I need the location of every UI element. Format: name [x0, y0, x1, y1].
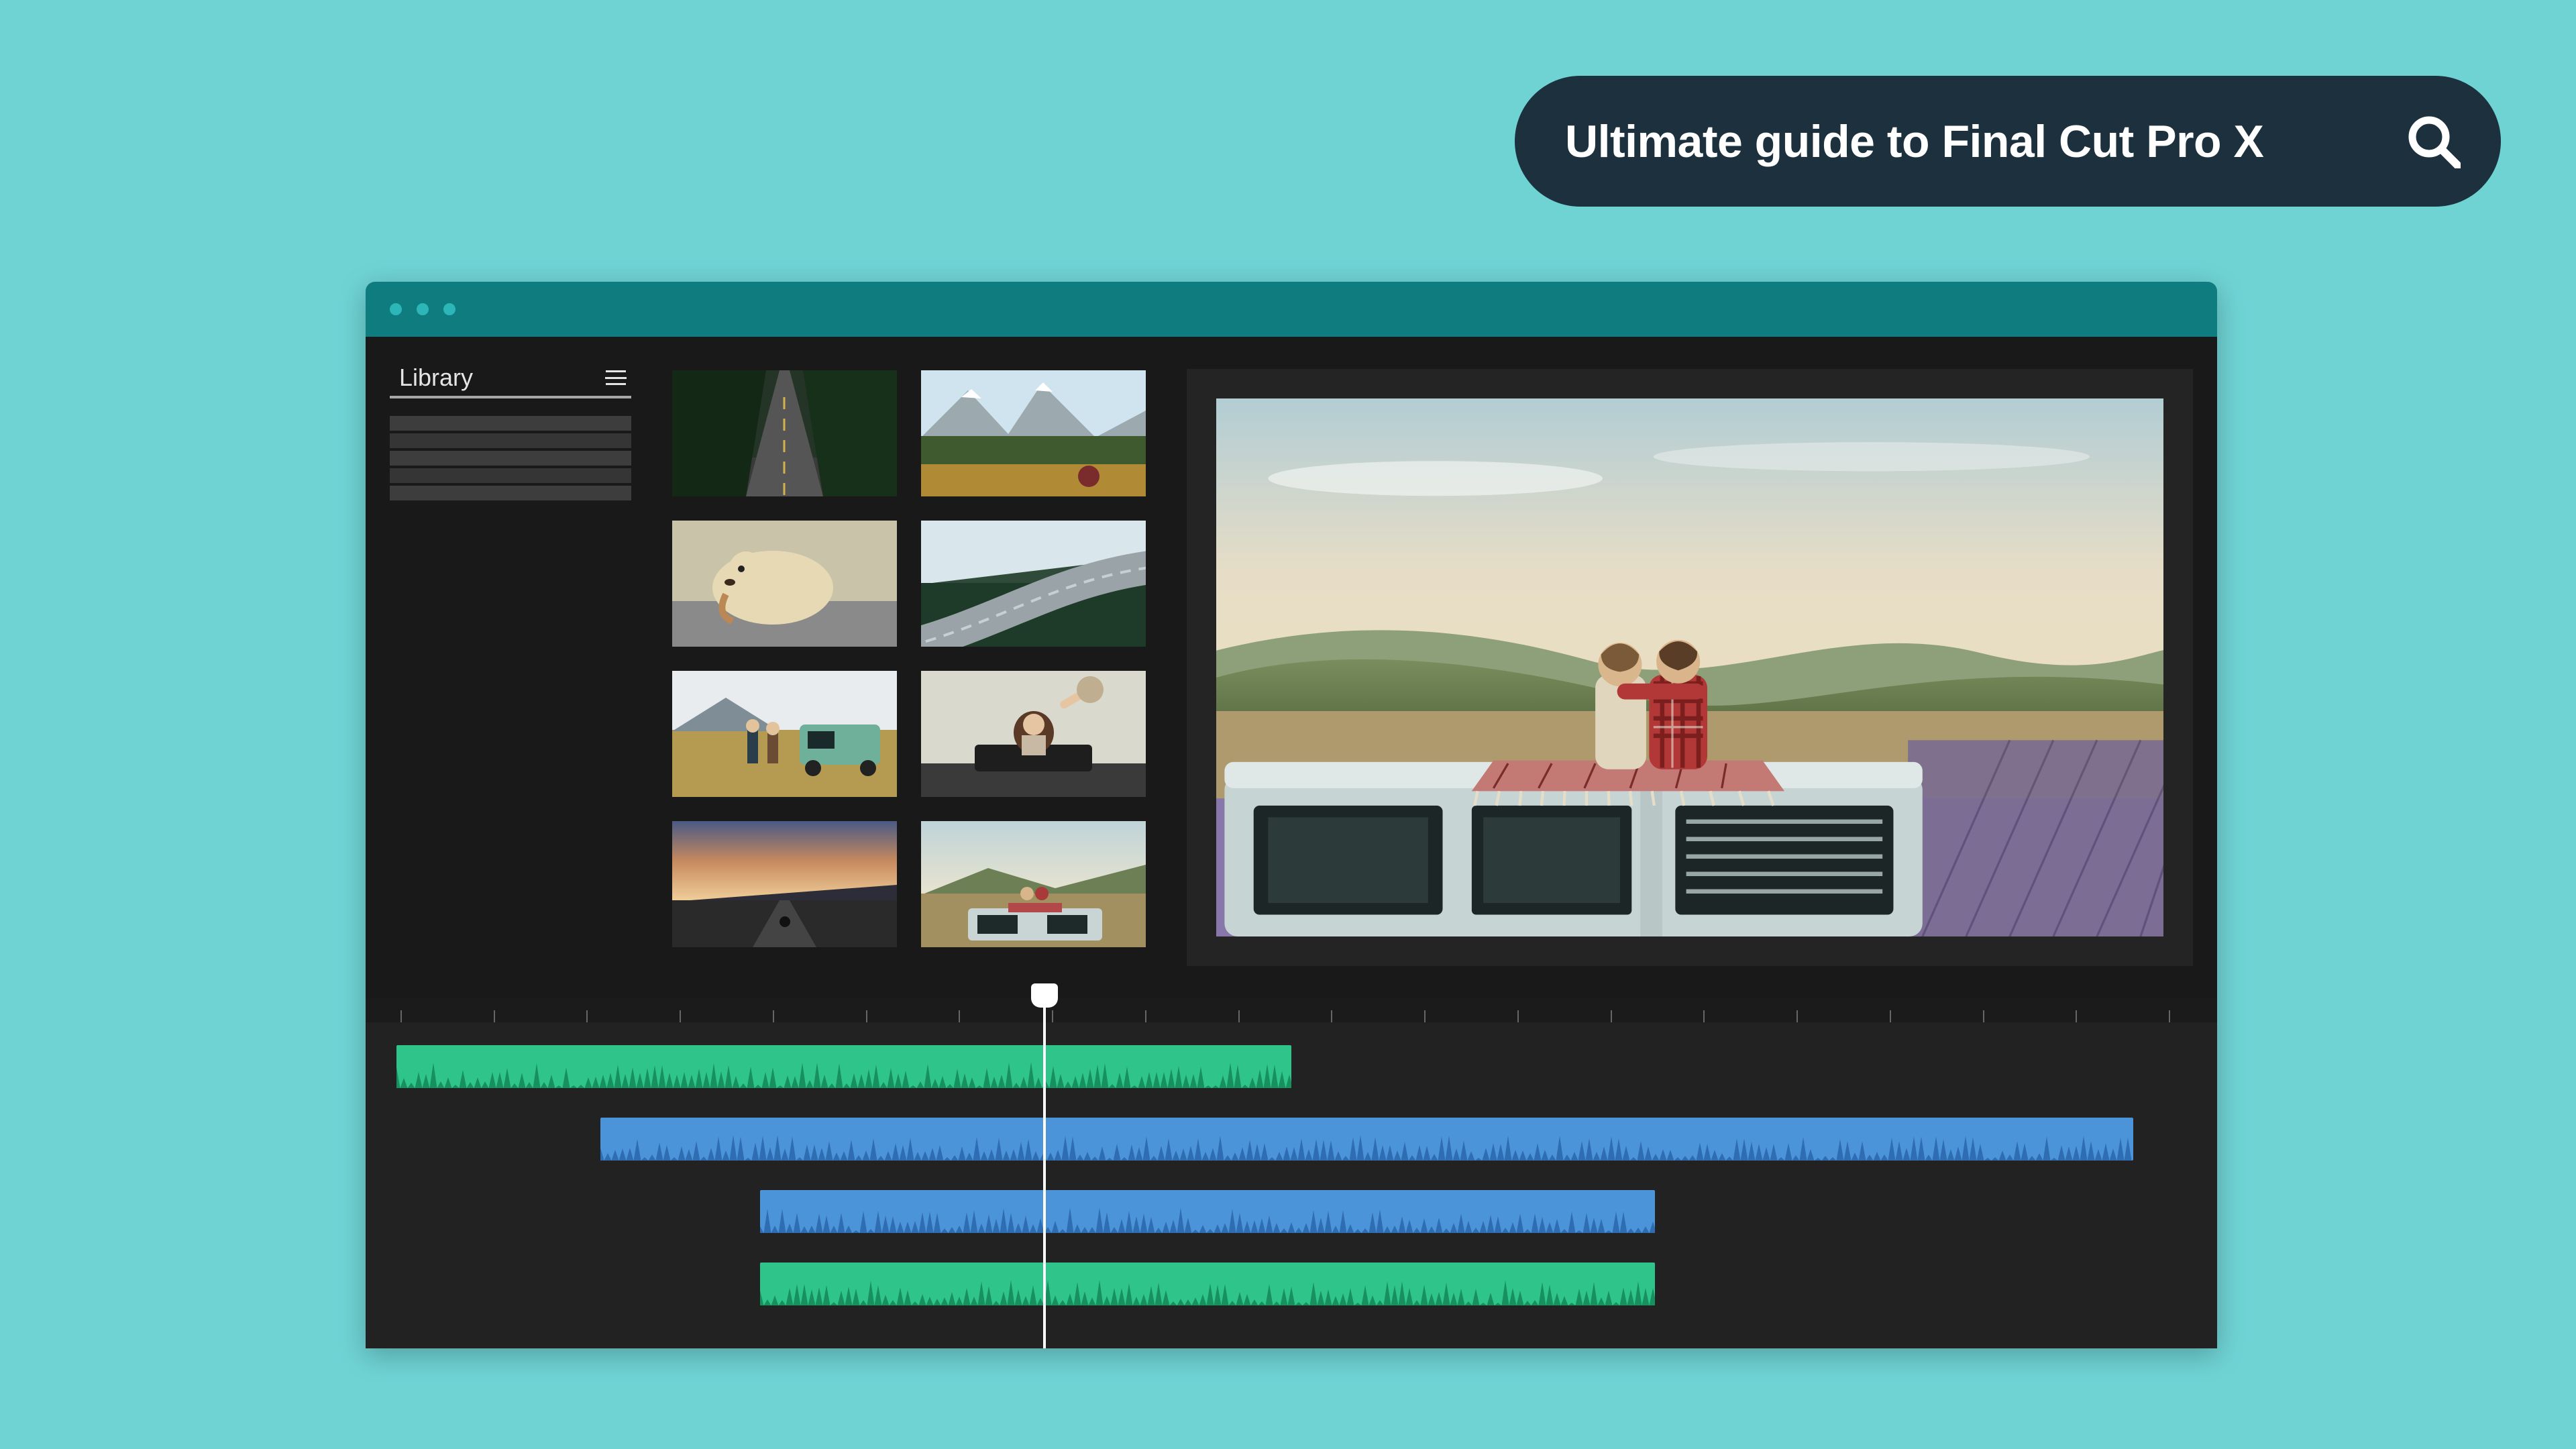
search-query: Ultimate guide to Final Cut Pro X: [1565, 115, 2407, 168]
ruler-tick: [959, 1010, 960, 1022]
timeline-clip[interactable]: [396, 1045, 1291, 1088]
library-label: Library: [399, 364, 473, 392]
playhead-handle-icon[interactable]: [1031, 983, 1058, 1008]
ruler-tick: [1796, 1010, 1798, 1022]
ruler-tick: [1331, 1010, 1332, 1022]
ruler-tick: [1890, 1010, 1891, 1022]
library-sidebar: Library: [390, 354, 631, 987]
clip-thumb-alpine-valley[interactable]: [921, 370, 1146, 496]
search-icon[interactable]: [2407, 115, 2461, 168]
ruler-tick: [866, 1010, 867, 1022]
timeline-tracks: [366, 1045, 2217, 1305]
ruler-tick: [400, 1010, 402, 1022]
clip-thumb-dog-window[interactable]: [672, 521, 897, 647]
ruler-tick: [2076, 1010, 2077, 1022]
timeline-clip[interactable]: [760, 1263, 1655, 1305]
ruler-tick: [1052, 1010, 1053, 1022]
library-row[interactable]: [390, 416, 631, 431]
ruler-tick: [1424, 1010, 1426, 1022]
clip-thumb-forest-road[interactable]: [672, 370, 897, 496]
library-row[interactable]: [390, 468, 631, 483]
timeline[interactable]: [366, 998, 2217, 1348]
ruler-tick: [680, 1010, 681, 1022]
ruler-tick: [1145, 1010, 1146, 1022]
search-bar[interactable]: Ultimate guide to Final Cut Pro X: [1515, 76, 2501, 207]
timeline-ruler[interactable]: [366, 998, 2217, 1022]
traffic-light-zoom[interactable]: [443, 303, 455, 315]
library-row[interactable]: [390, 486, 631, 500]
ruler-tick: [2169, 1010, 2170, 1022]
ruler-tick: [773, 1010, 774, 1022]
library-row[interactable]: [390, 433, 631, 448]
timeline-clip[interactable]: [760, 1190, 1655, 1233]
video-editor-window: Library: [366, 282, 2217, 1348]
media-bin: [654, 354, 1164, 987]
clip-thumb-coastal-highway[interactable]: [921, 521, 1146, 647]
ruler-tick: [1983, 1010, 1984, 1022]
ruler-tick: [1703, 1010, 1705, 1022]
preview-panel: [1187, 354, 2193, 987]
library-row[interactable]: [390, 451, 631, 466]
ruler-tick: [1238, 1010, 1240, 1022]
ruler-tick: [494, 1010, 495, 1022]
clip-thumb-girl-sunroof[interactable]: [921, 671, 1146, 797]
traffic-light-minimize[interactable]: [417, 303, 429, 315]
ruler-tick: [1517, 1010, 1519, 1022]
ruler-tick: [586, 1010, 588, 1022]
library-header[interactable]: Library: [390, 364, 631, 398]
playhead[interactable]: [1043, 998, 1046, 1348]
clip-thumb-hikers-car[interactable]: [672, 671, 897, 797]
window-titlebar: [366, 282, 2217, 337]
traffic-light-close[interactable]: [390, 303, 402, 315]
timeline-clip[interactable]: [600, 1118, 2133, 1161]
hamburger-icon[interactable]: [606, 370, 626, 385]
preview-frame: [1187, 369, 2193, 966]
clip-thumb-sunset-drive[interactable]: [672, 821, 897, 947]
preview-viewer[interactable]: [1216, 398, 2163, 936]
clip-thumb-couple-van[interactable]: [921, 821, 1146, 947]
library-list: [390, 416, 631, 500]
ruler-tick: [1611, 1010, 1612, 1022]
